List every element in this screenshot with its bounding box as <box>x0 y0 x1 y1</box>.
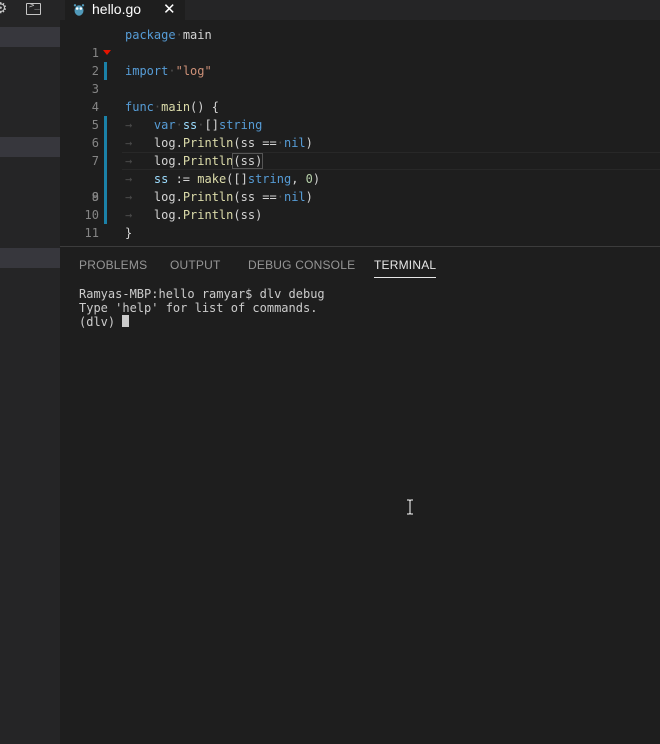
modified-gutter-mark <box>104 188 107 206</box>
type-name: string <box>218 118 263 132</box>
gear-icon[interactable]: ⚙ <box>0 1 10 17</box>
keyword: func <box>125 100 154 114</box>
keyword: nil <box>283 136 306 150</box>
tab-problems[interactable]: PROBLEMS <box>79 258 147 272</box>
modified-gutter-mark <box>104 62 107 80</box>
modified-gutter-mark <box>104 116 107 134</box>
keyword: nil <box>283 190 306 204</box>
identifier: main <box>182 28 212 42</box>
string-literal: "log" <box>175 64 212 78</box>
activity-sidebar: ⚙ >_ <box>0 0 60 744</box>
code-line: 1 package·main <box>60 26 660 60</box>
terminal-output[interactable]: Ramyas-MBP:hello ramyar$ dlv debug Type '… <box>79 287 639 329</box>
modified-gutter-mark <box>104 170 107 188</box>
code-line: 3 import·"log" <box>60 62 660 96</box>
bottom-panel: PROBLEMS OUTPUT DEBUG CONSOLE TERMINAL R… <box>60 246 660 744</box>
tab-label: hello.go <box>92 1 142 17</box>
code-line: 10 → log.Println(ss ==·nil) <box>60 188 660 222</box>
code-line: 5 func·main() { <box>60 98 660 132</box>
function-name: Println <box>182 154 234 168</box>
code-line: 9 → ss := make([]string, 0) <box>60 170 660 204</box>
keyword: var <box>153 118 176 132</box>
type-name: string <box>247 172 292 186</box>
function-name: Println <box>182 136 234 150</box>
code-editor[interactable]: 1 package·main 2 3 import·"log" 4 5 func… <box>60 20 660 258</box>
editor-tab-bar: hello.go ✕ <box>60 0 660 20</box>
code-line-current: 8 → log.Println(ss) <box>60 152 660 204</box>
code-line: 2 <box>60 44 660 78</box>
text-cursor-icon <box>407 499 413 515</box>
keyword: import <box>125 64 169 78</box>
function-name: Println <box>182 208 234 222</box>
sidebar-highlight-row[interactable] <box>0 137 60 157</box>
breakpoint-arrow-icon[interactable] <box>103 50 111 55</box>
tab-hello-go[interactable]: hello.go ✕ <box>65 0 185 20</box>
code-line: 6 → var·ss·[]string <box>60 116 660 150</box>
keyword: package <box>125 28 176 42</box>
function-name: make <box>197 172 227 186</box>
tab-terminal[interactable]: TERMINAL <box>374 258 437 278</box>
code-line: 7 → log.Println(ss ==·nil) <box>60 134 660 168</box>
terminal-cursor <box>122 315 130 327</box>
identifier: ss <box>182 118 198 132</box>
identifier: ss <box>153 172 169 186</box>
function-name: Println <box>182 190 234 204</box>
number-literal: 0 <box>305 172 313 186</box>
tab-output[interactable]: OUTPUT <box>170 258 221 272</box>
close-icon[interactable]: ✕ <box>163 0 176 18</box>
code-line: 4 <box>60 80 660 114</box>
code-line: 12 } <box>60 224 660 258</box>
terminal-prompt: (dlv) <box>79 315 123 329</box>
go-gopher-icon <box>73 4 85 16</box>
terminal-line: Ramyas-MBP:hello ramyar$ dlv debug <box>79 287 325 301</box>
terminal-line: Type 'help' for list of commands. <box>79 301 318 315</box>
sidebar-highlight-row[interactable] <box>0 248 60 268</box>
terminal-prompt-line: (dlv) <box>79 315 639 329</box>
sidebar-highlight-row[interactable] <box>0 27 60 47</box>
function-name: main <box>161 100 191 114</box>
modified-gutter-mark <box>104 152 107 170</box>
code-line: 11 → log.Println(ss) <box>60 206 660 240</box>
terminal-icon[interactable]: >_ <box>26 1 41 15</box>
tab-debug-console[interactable]: DEBUG CONSOLE <box>248 258 355 272</box>
modified-gutter-mark <box>104 206 107 224</box>
modified-gutter-mark <box>104 134 107 152</box>
